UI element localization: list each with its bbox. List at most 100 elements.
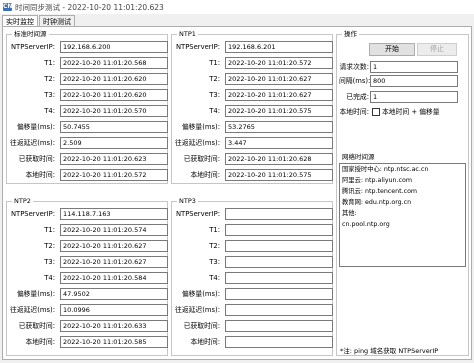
start-button[interactable]: 开始	[369, 43, 415, 56]
field-row-t4: T4:	[172, 272, 333, 284]
local-label: 本地时间:	[190, 338, 220, 346]
list-item[interactable]: 其他:	[340, 208, 465, 219]
obtained-field[interactable]: 2022-10-20 11:01:20.628	[225, 153, 333, 165]
list-item[interactable]: 阿里云: ntp.aliyun.com	[340, 175, 465, 186]
obtained-label: 已获取时间:	[18, 155, 55, 163]
local-label: 本地时间:	[25, 171, 55, 179]
group-title: 标准时间源	[12, 30, 49, 39]
local-field[interactable]: 2022-10-20 11:01:20.572	[60, 169, 168, 181]
title-bar: CN 时间同步测试 - 2022-10-20 11:01:20.623	[0, 0, 474, 14]
field-row-local: 本地时间: 2022-10-20 11:01:20.572	[7, 169, 168, 181]
delay-label: 往返延迟(ms):	[175, 306, 220, 314]
group-ntp1: NTP1 NTPServerIP: 192.168.6.201 T1: 2022-10…	[171, 30, 333, 184]
t2-label: T2:	[44, 75, 55, 83]
footnote: *注: ping 域名获取 NTPServerIP	[340, 347, 439, 355]
stop-button[interactable]: 停止	[417, 43, 457, 56]
field-row-local: 本地时间: 2022-10-20 11:01:20.585	[7, 336, 168, 348]
t1-label: T1:	[44, 226, 55, 234]
localtime-checkbox[interactable]	[372, 108, 380, 116]
field-row-server: NTPServerIP: 192.168.6.200	[7, 41, 168, 53]
field-row-t1: T1: 2022-10-20 11:01:20.574	[7, 224, 168, 236]
offset-field[interactable]	[225, 288, 333, 300]
t1-label: T1:	[209, 226, 220, 234]
t4-label: T4:	[44, 107, 55, 115]
local-field[interactable]: 2022-10-20 11:01:20.575	[225, 169, 333, 181]
field-row-offset: 偏移量(ms):	[172, 288, 333, 300]
obtained-label: 已获取时间:	[183, 322, 220, 330]
list-item[interactable]: 教育网: edu.ntp.org.cn	[340, 197, 465, 208]
t1-field[interactable]: 2022-10-20 11:01:20.574	[60, 224, 168, 236]
group-ntp2: NTP2 NTPServerIP: 114.118.7.163 T1: 2022-10…	[6, 197, 168, 356]
server-field[interactable]: 192.168.6.201	[225, 41, 333, 53]
t3-field[interactable]: 2022-10-20 11:01:20.620	[60, 89, 168, 101]
t1-label: T1:	[209, 59, 220, 67]
field-row-t2: T2: 2022-10-20 11:01:20.627	[172, 73, 333, 85]
offset-field[interactable]: 50.7455	[60, 121, 168, 133]
t2-field[interactable]	[225, 240, 333, 252]
local-field[interactable]	[225, 336, 333, 348]
offset-label: 偏移量(ms):	[181, 123, 220, 131]
t1-field[interactable]: 2022-10-20 11:01:20.572	[225, 57, 333, 69]
t4-field[interactable]: 2022-10-20 11:01:20.570	[60, 105, 168, 117]
server-field[interactable]: 192.168.6.200	[60, 41, 168, 53]
local-field[interactable]: 2022-10-20 11:01:20.585	[60, 336, 168, 348]
t4-label: T4:	[209, 107, 220, 115]
delay-field[interactable]	[225, 304, 333, 316]
localtime-label: 本地时间:	[339, 108, 369, 116]
t4-field[interactable]	[225, 272, 333, 284]
t3-label: T3:	[209, 258, 220, 266]
network-sources-list[interactable]: 国家授时中心: ntp.ntsc.ac.cn 阿里云: ntp.aliyun.c…	[339, 163, 466, 267]
obtained-field[interactable]: 2022-10-20 11:01:20.633	[60, 320, 168, 332]
group-title: NTP1	[177, 30, 198, 39]
delay-field[interactable]: 3.447	[225, 137, 333, 149]
t3-label: T3:	[44, 91, 55, 99]
t1-field[interactable]: 2022-10-20 11:01:20.568	[60, 57, 168, 69]
field-row-t3: T3: 2022-10-20 11:01:20.627	[172, 89, 333, 101]
field-row-server: NTPServerIP:	[172, 208, 333, 220]
t3-label: T3:	[209, 91, 220, 99]
field-row-obtained: 已获取时间: 2022-10-20 11:01:20.633	[7, 320, 168, 332]
field-row-t1: T1: 2022-10-20 11:01:20.568	[7, 57, 168, 69]
list-item[interactable]: 国家授时中心: ntp.ntsc.ac.cn	[340, 164, 465, 175]
list-item[interactable]: 腾讯云: ntp.tencent.com	[340, 186, 465, 197]
field-row-obtained: 已获取时间: 2022-10-20 11:01:20.623	[7, 153, 168, 165]
offset-label: 偏移量(ms):	[181, 290, 220, 298]
localtime-row: 本地时间: 本地时间 + 偏移量	[337, 106, 470, 118]
field-row-t3: T3: 2022-10-20 11:01:20.627	[7, 256, 168, 268]
offset-field[interactable]: 47.9502	[60, 288, 168, 300]
delay-field[interactable]: 10.0996	[60, 304, 168, 316]
field-row-delay: 往返延迟(ms):	[172, 304, 333, 316]
t2-label: T2:	[209, 75, 220, 83]
delay-label: 往返延迟(ms):	[10, 139, 55, 147]
localtime-checkbox-label[interactable]: 本地时间 + 偏移量	[382, 106, 440, 118]
server-field[interactable]	[225, 208, 333, 220]
t2-field[interactable]: 2022-10-20 11:01:20.620	[60, 73, 168, 85]
delay-field[interactable]: 2.509	[60, 137, 168, 149]
field-row-t3: T3:	[172, 256, 333, 268]
interval-input[interactable]: 800	[370, 75, 458, 87]
server-label: NTPServerIP:	[175, 43, 220, 51]
t2-field[interactable]: 2022-10-20 11:01:20.627	[225, 73, 333, 85]
t2-field[interactable]: 2022-10-20 11:01:20.627	[60, 240, 168, 252]
t1-field[interactable]	[225, 224, 333, 236]
t4-field[interactable]: 2022-10-20 11:01:20.584	[60, 272, 168, 284]
obtained-field[interactable]	[225, 320, 333, 332]
t3-field[interactable]	[225, 256, 333, 268]
t3-field[interactable]: 2022-10-20 11:01:20.627	[225, 89, 333, 101]
offset-field[interactable]: 53.2765	[225, 121, 333, 133]
local-label: 本地时间:	[190, 171, 220, 179]
list-item[interactable]: cn.pool.ntp.org	[340, 219, 465, 230]
t4-field[interactable]: 2022-10-20 11:01:20.575	[225, 105, 333, 117]
server-label: NTPServerIP:	[175, 210, 220, 218]
offset-label: 偏移量(ms):	[16, 123, 55, 131]
group-title: NTP2	[12, 197, 33, 206]
server-field[interactable]: 114.118.7.163	[60, 208, 168, 220]
t1-label: T1:	[44, 59, 55, 67]
t3-field[interactable]: 2022-10-20 11:01:20.627	[60, 256, 168, 268]
requests-label: 请求次数:	[339, 63, 369, 71]
server-label: NTPServerIP:	[10, 210, 55, 218]
completed-input: 1	[370, 91, 458, 103]
requests-input[interactable]: 1	[370, 61, 458, 73]
field-row-obtained: 已获取时间:	[172, 320, 333, 332]
obtained-field[interactable]: 2022-10-20 11:01:20.623	[60, 153, 168, 165]
